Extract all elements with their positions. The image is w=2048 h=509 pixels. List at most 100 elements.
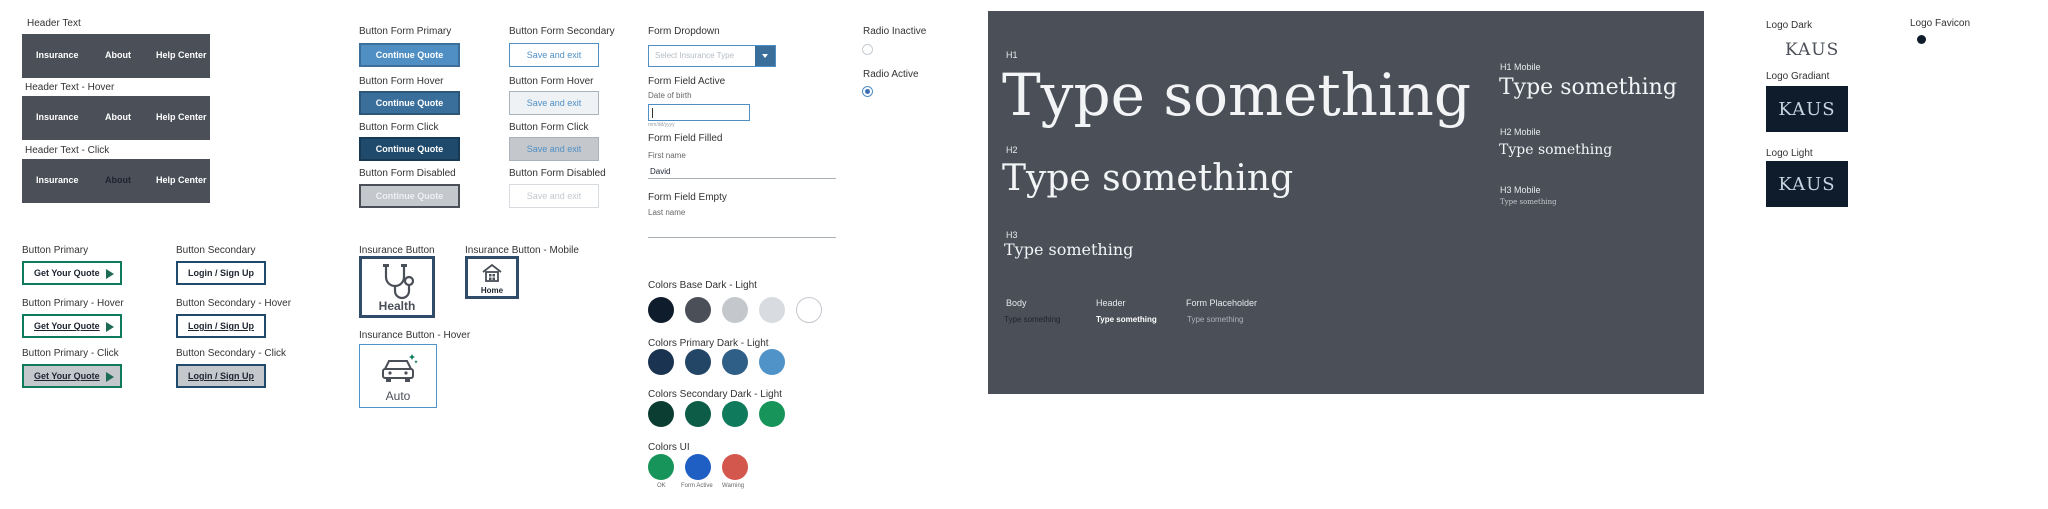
home-label: Home (480, 286, 504, 295)
logo-dark: KAUS (1785, 40, 1840, 60)
h2-mobile-sample: Type something (1499, 142, 1613, 158)
continue-quote-button-hover[interactable]: Continue Quote (359, 91, 460, 115)
ui-swatch-1 (685, 454, 711, 480)
placeholder-style-sample: Type something (1187, 315, 1244, 324)
logo-gradient-label: Logo Gradiant (1766, 71, 1830, 82)
nav-insurance[interactable]: Insurance (36, 175, 79, 185)
get-quote-button-hover[interactable]: Get Your Quote (22, 314, 122, 338)
get-quote-button[interactable]: Get Your Quote (22, 261, 122, 285)
dropdown-placeholder: Select Insurance Type (655, 51, 735, 60)
form-disabled-label: Button Form Disabled (359, 168, 456, 179)
insurance-auto-button[interactable]: Auto (359, 344, 437, 408)
insurance-type-dropdown[interactable]: Select Insurance Type (648, 45, 776, 67)
continue-quote-button[interactable]: Continue Quote (359, 43, 460, 67)
first-name-value[interactable]: David (650, 167, 670, 176)
get-quote-text: Get Your Quote (34, 268, 100, 278)
radio-inactive-label: Radio Inactive (863, 26, 927, 37)
logo-favicon (1917, 35, 1926, 44)
ui-color-warning-name: Warning (722, 483, 745, 489)
last-name-input[interactable] (648, 237, 836, 238)
text-cursor (652, 108, 653, 118)
health-label: Health (378, 299, 416, 313)
get-quote-button-click[interactable]: Get Your Quote (22, 364, 122, 388)
continue-quote-button-disabled: Continue Quote (359, 184, 460, 208)
continue-quote-button-click[interactable]: Continue Quote (359, 137, 460, 161)
insurance-home-button[interactable]: Home (465, 256, 519, 299)
form-secondary-click-label: Button Form Click (509, 122, 589, 133)
h3-label: H3 (1006, 230, 1018, 240)
secondary-swatch-2 (722, 401, 748, 427)
login-signup-button-click[interactable]: Login / Sign Up (176, 364, 266, 388)
login-signup-button[interactable]: Login / Sign Up (176, 261, 266, 285)
nav-insurance[interactable]: Insurance (36, 50, 79, 60)
date-format-hint: mm/dd/yyyy (648, 122, 675, 128)
h2-sample: Type something (1002, 158, 1294, 199)
primary-swatch-2 (722, 349, 748, 375)
form-secondary-label: Button Form Secondary (509, 26, 615, 37)
save-exit-button-hover[interactable]: Save and exit (509, 91, 599, 115)
body-sample: Type something (1004, 315, 1061, 324)
save-exit-button-disabled: Save and exit (509, 184, 599, 208)
form-secondary-disabled-label: Button Form Disabled (509, 168, 606, 179)
login-signup-button-hover[interactable]: Login / Sign Up (176, 314, 266, 338)
secondary-swatch-1 (685, 401, 711, 427)
radio-inactive[interactable] (862, 44, 873, 55)
primary-swatch-1 (685, 349, 711, 375)
play-arrow-icon (106, 372, 114, 382)
first-name-label: First name (648, 151, 686, 160)
insurance-mobile-label: Insurance Button - Mobile (465, 245, 579, 256)
base-swatch-1 (685, 297, 711, 323)
form-secondary-hover-label: Button Form Hover (509, 76, 594, 87)
nav-insurance[interactable]: Insurance (36, 112, 79, 122)
get-quote-text: Get Your Quote (34, 371, 100, 381)
nav-about[interactable]: About (105, 175, 131, 185)
cta-primary-hover-label: Button Primary - Hover (22, 298, 124, 309)
h1-label: H1 (1006, 50, 1018, 60)
h1-mobile-label: H1 Mobile (1500, 62, 1541, 72)
placeholder-style-label: Form Placeholder (1186, 298, 1258, 308)
chevron-down-icon[interactable] (755, 46, 775, 66)
date-of-birth-input[interactable] (648, 104, 750, 121)
logo-dark-label: Logo Dark (1766, 20, 1813, 31)
h3-mobile-sample: Type something (1500, 198, 1557, 206)
nav-about[interactable]: About (105, 50, 131, 60)
nav-help-center[interactable]: Help Center (156, 175, 207, 185)
logo-light-wordmark: KAUS (1778, 173, 1836, 195)
base-swatch-3 (759, 297, 785, 323)
h3-sample: Type something (1004, 240, 1134, 259)
ui-color-form-active-name: Form Active (681, 483, 713, 489)
insurance-health-button[interactable]: Health (359, 256, 435, 318)
stethoscope-icon (383, 264, 415, 300)
date-of-birth-label: Date of birth (648, 91, 692, 100)
insurance-hover-label: Insurance Button - Hover (359, 330, 471, 341)
nav-help-center[interactable]: Help Center (156, 112, 207, 122)
save-exit-button-click[interactable]: Save and exit (509, 137, 599, 161)
last-name-label: Last name (648, 208, 686, 217)
header-style-label: Header (1096, 298, 1126, 308)
form-hover-label: Button Form Hover (359, 76, 444, 87)
header-hover-label: Header Text - Hover (25, 82, 115, 93)
cta-primary-click-label: Button Primary - Click (22, 348, 119, 359)
login-signup-text: Login / Sign Up (188, 268, 254, 278)
h1-sample: Type something (1002, 61, 1472, 129)
form-active-label: Form Field Active (648, 76, 726, 87)
car-icon (382, 354, 418, 382)
nav-about[interactable]: About (105, 112, 131, 122)
primary-swatch-3 (759, 349, 785, 375)
base-swatch-4 (796, 297, 822, 323)
body-label: Body (1006, 298, 1027, 308)
colors-base-label: Colors Base Dark - Light (648, 280, 757, 291)
h2-mobile-label: H2 Mobile (1500, 127, 1541, 137)
auto-label: Auto (385, 389, 411, 403)
base-swatch-2 (722, 297, 748, 323)
radio-active[interactable] (862, 86, 873, 97)
get-quote-text: Get Your Quote (34, 321, 100, 331)
form-empty-label: Form Field Empty (648, 192, 727, 203)
house-icon (482, 263, 502, 282)
nav-help-center[interactable]: Help Center (156, 50, 207, 60)
logo-light: KAUS (1766, 161, 1848, 207)
logo-light-label: Logo Light (1766, 148, 1813, 159)
header-style-sample: Type something (1096, 315, 1157, 324)
save-exit-button[interactable]: Save and exit (509, 43, 599, 67)
cta-secondary-click-label: Button Secondary - Click (176, 348, 287, 359)
